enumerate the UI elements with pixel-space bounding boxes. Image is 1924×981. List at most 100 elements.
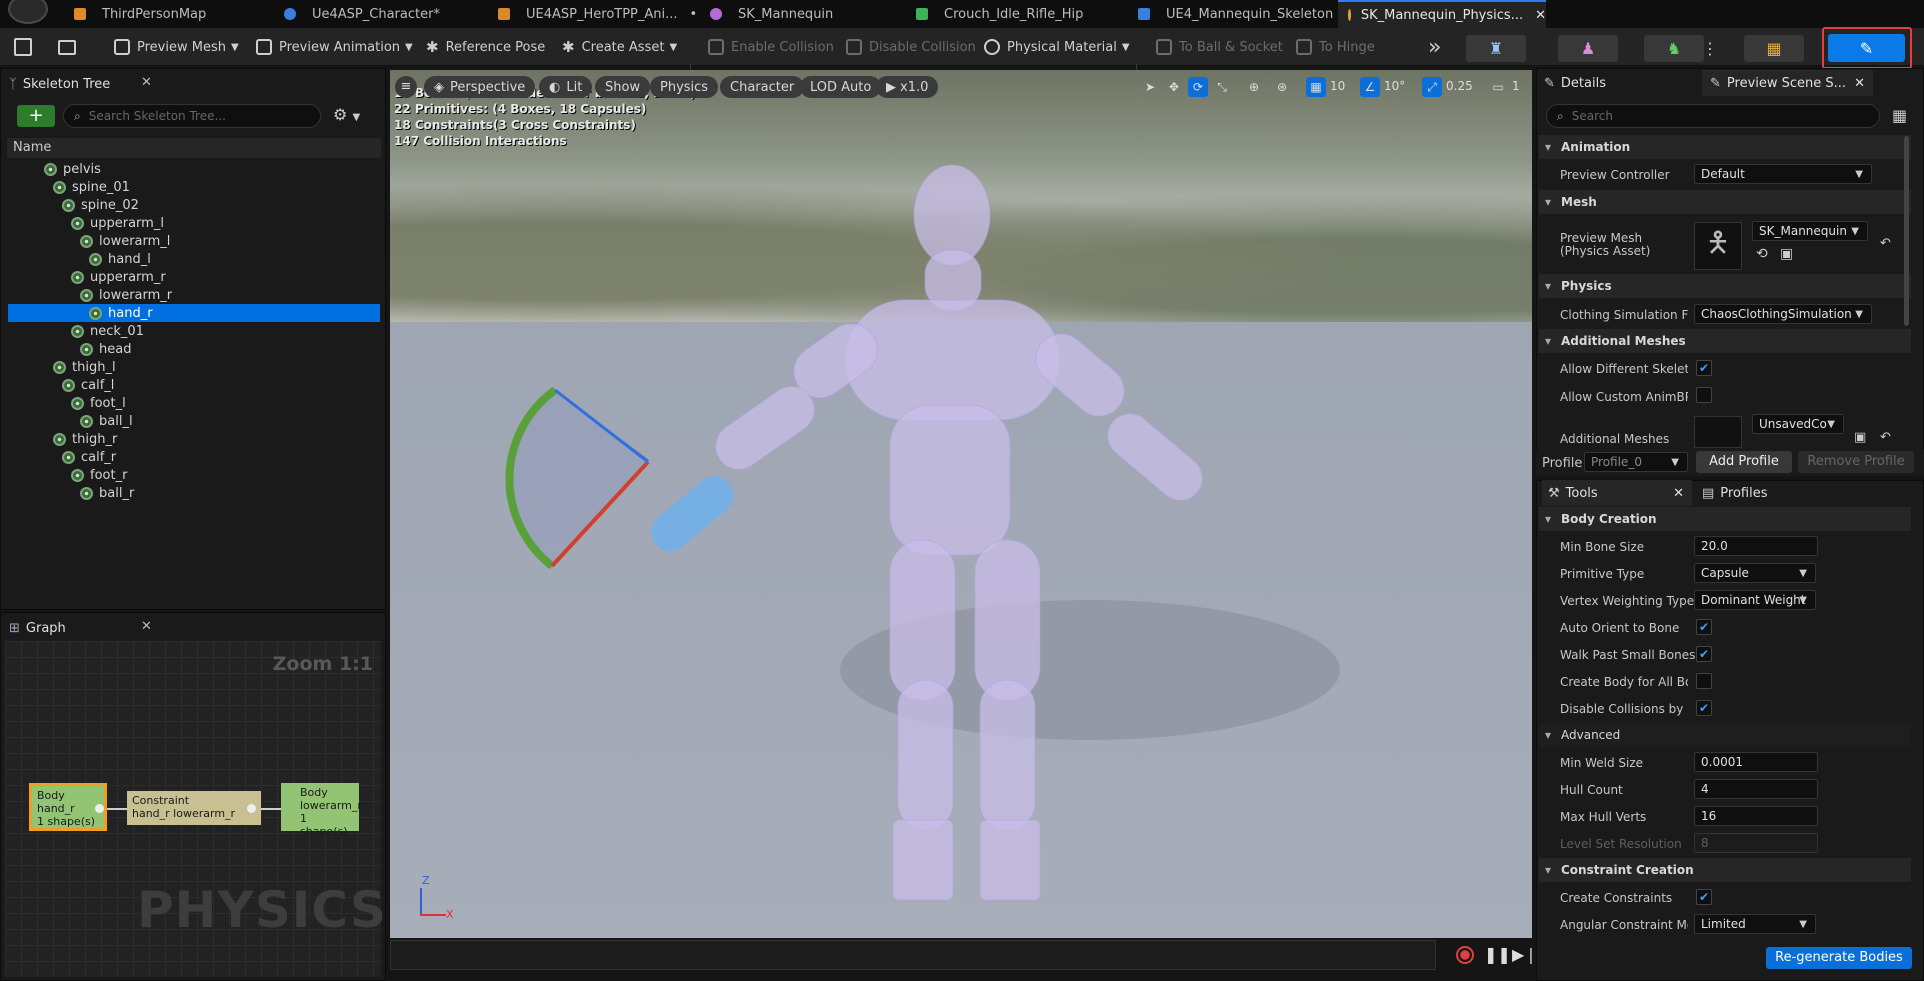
- timeline-bar[interactable]: [390, 940, 1436, 970]
- tree-row-ball-r[interactable]: ball_r: [8, 484, 380, 502]
- section-advanced[interactable]: Advanced: [1539, 723, 1911, 747]
- node-pin[interactable]: [247, 804, 256, 813]
- section-constraint-creation[interactable]: Constraint Creation: [1539, 858, 1911, 882]
- more-options-icon[interactable]: ⋮: [1702, 35, 1718, 62]
- preview-scene-tab[interactable]: ✎ Preview Scene S... ✕: [1702, 70, 1873, 96]
- to-hinge-button[interactable]: To Hinge: [1296, 28, 1375, 66]
- preview-mesh-thumbnail[interactable]: 🯅: [1694, 222, 1742, 270]
- tree-row-calf-r[interactable]: calf_r: [8, 448, 380, 466]
- reset-to-default-icon[interactable]: ↶: [1880, 430, 1891, 445]
- grid-snap-value[interactable]: 10: [1330, 79, 1345, 93]
- tree-row-foot-r[interactable]: foot_r: [8, 466, 380, 484]
- tree-row-calf-l[interactable]: calf_l: [8, 376, 380, 394]
- show-button[interactable]: Show: [595, 76, 651, 98]
- section-mesh[interactable]: Mesh: [1539, 190, 1911, 214]
- tab-physics-asset[interactable]: SK_Mannequin_Physics... ✕: [1338, 0, 1546, 28]
- add-bone-button[interactable]: +: [17, 105, 55, 127]
- surface-snap-icon[interactable]: ⊛: [1272, 77, 1292, 97]
- details-search-input[interactable]: ⌕ Search: [1546, 104, 1880, 128]
- reset-to-default-icon[interactable]: ↶: [1880, 236, 1891, 251]
- grid-snap-icon[interactable]: ▦: [1306, 77, 1326, 97]
- coordinate-space-icon[interactable]: ⊕: [1244, 77, 1264, 97]
- unreal-logo[interactable]: [8, 0, 48, 24]
- additional-meshes-select[interactable]: UnsavedCo ▼: [1752, 414, 1844, 434]
- close-icon[interactable]: ✕: [1854, 76, 1865, 91]
- tree-row-thigh-r[interactable]: thigh_r: [8, 430, 380, 448]
- to-ball-socket-button[interactable]: To Ball & Socket: [1156, 28, 1283, 66]
- min-bone-size-input[interactable]: 20.0: [1694, 536, 1818, 556]
- graph-tab[interactable]: ⊞ Graph: [9, 615, 66, 641]
- browse-button[interactable]: [58, 28, 76, 66]
- record-button[interactable]: [1456, 946, 1474, 964]
- details-tab[interactable]: ✎ Details: [1544, 70, 1606, 96]
- section-animation[interactable]: Animation: [1539, 135, 1911, 159]
- tab-thirdpersonmap[interactable]: ThirdPersonMap: [74, 0, 206, 28]
- angular-constraint-select[interactable]: Limited ▼: [1694, 914, 1816, 934]
- create-body-checkbox[interactable]: [1696, 673, 1712, 689]
- camera-speed-value[interactable]: 1: [1512, 79, 1520, 93]
- angle-snap-value[interactable]: 10°: [1384, 79, 1405, 93]
- tree-row-upperarm-r[interactable]: upperarm_r: [8, 268, 380, 286]
- details-scrollbar[interactable]: [1904, 136, 1909, 326]
- preview-mesh-select[interactable]: SK_Mannequin ▼: [1752, 221, 1868, 241]
- allow-different-skeleton-checkbox[interactable]: ✔: [1696, 360, 1712, 376]
- tree-row-head[interactable]: head: [8, 340, 380, 358]
- angle-snap-icon[interactable]: ∠: [1360, 77, 1380, 97]
- preview-mesh-button[interactable]: Preview Mesh ▼: [114, 28, 239, 66]
- allow-custom-animbp-checkbox[interactable]: [1696, 387, 1712, 403]
- tab-crouch-idle[interactable]: Crouch_Idle_Rifle_Hip: [916, 0, 1083, 28]
- step-forward-button[interactable]: ▶❘: [1512, 945, 1538, 964]
- additional-meshes-thumbnail[interactable]: [1694, 416, 1742, 448]
- save-button[interactable]: [14, 28, 32, 66]
- camera-speed-icon[interactable]: ▭: [1488, 77, 1508, 97]
- section-body-creation[interactable]: Body Creation: [1539, 507, 1911, 531]
- max-hull-verts-input[interactable]: 16: [1694, 806, 1818, 826]
- add-profile-button[interactable]: Add Profile: [1696, 451, 1792, 473]
- tools-tab[interactable]: ⚒ Tools ✕: [1542, 480, 1692, 506]
- physics-view-button[interactable]: Physics: [650, 76, 719, 98]
- skeleton-search-input[interactable]: ⌕ Search Skeleton Tree...: [63, 104, 321, 128]
- skeleton-tree-tab[interactable]: ᛉ Skeleton Tree: [9, 71, 110, 97]
- pause-button[interactable]: ❚❚: [1484, 945, 1511, 964]
- reference-pose-button[interactable]: ✱ Reference Pose: [426, 28, 545, 66]
- close-icon[interactable]: ✕: [141, 75, 152, 90]
- auto-orient-checkbox[interactable]: ✔: [1696, 619, 1712, 635]
- physical-material-button[interactable]: Physical Material ▼: [984, 28, 1130, 66]
- tree-row-lowerarm-l[interactable]: lowerarm_l: [8, 232, 380, 250]
- toolbar-overflow-button[interactable]: »: [1428, 28, 1441, 66]
- translate-icon[interactable]: ✥: [1164, 77, 1184, 97]
- min-weld-size-input[interactable]: 0.0001: [1694, 752, 1818, 772]
- browse-asset-icon[interactable]: ▣: [1780, 246, 1793, 262]
- enable-collision-button[interactable]: Enable Collision: [708, 28, 834, 66]
- select-mode-icon[interactable]: ➤: [1140, 77, 1160, 97]
- walk-past-checkbox[interactable]: ✔: [1696, 646, 1712, 662]
- tab-sk-mannequin[interactable]: SK_Mannequin: [710, 0, 833, 28]
- skeleton-editor-button[interactable]: ♜: [1466, 35, 1526, 62]
- close-icon[interactable]: ✕: [141, 619, 152, 634]
- save-mesh-icon[interactable]: ▣: [1854, 430, 1866, 445]
- regenerate-bodies-button[interactable]: Re-generate Bodies: [1766, 947, 1912, 969]
- blueprint-editor-button[interactable]: ▦: [1744, 35, 1804, 62]
- rotate-icon[interactable]: ⟳: [1188, 77, 1208, 97]
- playback-speed-button[interactable]: ▶ x1.0: [876, 76, 939, 98]
- physics-editor-button[interactable]: ✎: [1828, 34, 1905, 62]
- tab-anim-blueprint[interactable]: UE4ASP_HeroTPP_Ani... •: [498, 0, 697, 28]
- node-pin[interactable]: [95, 804, 104, 813]
- section-physics[interactable]: Physics: [1539, 274, 1911, 298]
- create-constraints-checkbox[interactable]: ✔: [1696, 889, 1712, 905]
- disable-collision-button[interactable]: Disable Collision: [846, 28, 976, 66]
- clothing-simulation-select[interactable]: ChaosClothingSimulation ▼: [1694, 304, 1872, 324]
- tree-row-hand-r[interactable]: hand_r: [8, 304, 380, 322]
- remove-profile-button[interactable]: Remove Profile: [1798, 451, 1914, 473]
- scale-snap-icon[interactable]: ⤢: [1422, 77, 1442, 97]
- mesh-editor-button[interactable]: ♟: [1558, 35, 1618, 62]
- tree-settings-button[interactable]: ⚙ ▼: [333, 105, 373, 127]
- primitive-type-select[interactable]: Capsule ▼: [1694, 563, 1816, 583]
- viewport-options-button[interactable]: ≡: [395, 76, 417, 98]
- section-additional-meshes[interactable]: Additional Meshes: [1539, 329, 1911, 353]
- vertex-weighting-select[interactable]: Dominant Weight ▼: [1694, 590, 1816, 610]
- tree-row-neck-01[interactable]: neck_01: [8, 322, 380, 340]
- profiles-tab[interactable]: ▤ Profiles: [1702, 480, 1768, 506]
- tree-row-upperarm-l[interactable]: upperarm_l: [8, 214, 380, 232]
- hull-count-input[interactable]: 4: [1694, 779, 1818, 799]
